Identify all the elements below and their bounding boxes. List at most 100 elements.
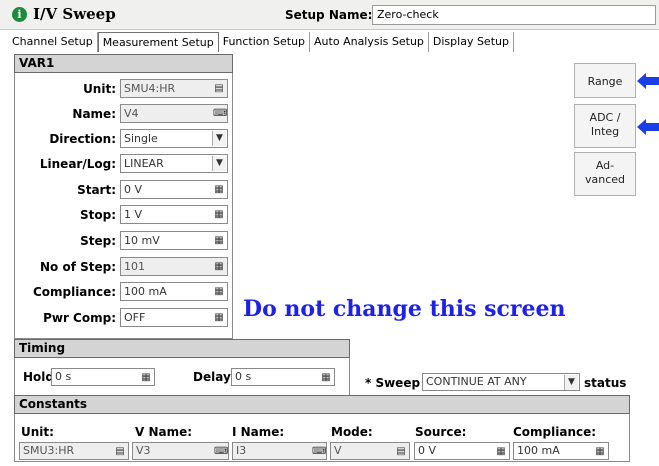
calculator-icon[interactable]: ▦ bbox=[213, 183, 225, 196]
v-name-column-header: V Name: bbox=[135, 425, 193, 439]
linear-log-label: Linear/Log: bbox=[39, 157, 116, 171]
tab-display-setup[interactable]: Display Setup bbox=[429, 32, 514, 52]
sweep-label: * Sweep bbox=[365, 376, 421, 390]
constant-mode-value: V bbox=[334, 444, 342, 457]
constant-source-field[interactable]: 0 V ▦ bbox=[414, 442, 510, 460]
calculator-icon[interactable]: ▦ bbox=[213, 285, 225, 298]
unit-value: SMU4:HR bbox=[124, 82, 176, 95]
delay-label: Delay: bbox=[193, 370, 236, 384]
linear-log-select[interactable]: LINEAR ▼ bbox=[120, 154, 228, 173]
var1-no-of-step-row: No of Step: 101 ▦ bbox=[15, 256, 234, 278]
chevron-down-icon[interactable]: ▼ bbox=[212, 131, 226, 146]
chevron-down-icon[interactable]: ▼ bbox=[564, 375, 578, 390]
linear-log-value: LINEAR bbox=[124, 157, 164, 170]
do-not-change-notice: Do not change this screen bbox=[243, 296, 566, 322]
unit-column-header: Unit: bbox=[21, 425, 54, 439]
direction-value: Single bbox=[124, 132, 158, 145]
setup-name-label: Setup Name: bbox=[285, 8, 373, 22]
timing-header: Timing bbox=[14, 339, 350, 358]
advanced-button[interactable]: Ad-vanced bbox=[574, 152, 636, 196]
name-value: V4 bbox=[124, 107, 139, 120]
advanced-label-line2: vanced bbox=[584, 173, 626, 186]
unit-label: Unit: bbox=[83, 82, 116, 96]
constant-mode-field[interactable]: V ▤ bbox=[330, 442, 410, 460]
calculator-icon[interactable]: ▦ bbox=[320, 371, 332, 384]
step-value: 10 mV bbox=[124, 234, 160, 247]
range-button[interactable]: Range bbox=[574, 63, 636, 98]
hold-field[interactable]: 0 s ▦ bbox=[51, 368, 155, 386]
unit-field[interactable]: SMU4:HR ▤ bbox=[120, 79, 228, 98]
constant-i-name-value: I3 bbox=[236, 444, 247, 457]
i-name-column-header: I Name: bbox=[232, 425, 285, 439]
stop-field[interactable]: 1 V ▦ bbox=[120, 205, 228, 224]
var1-start-row: Start: 0 V ▦ bbox=[15, 179, 234, 201]
keyboard-icon[interactable]: ⌨ bbox=[312, 445, 326, 458]
constant-v-name-value: V3 bbox=[136, 444, 151, 457]
mode-column-header: Mode: bbox=[331, 425, 373, 439]
start-field[interactable]: 0 V ▦ bbox=[120, 180, 228, 199]
picker-icon[interactable]: ▤ bbox=[213, 82, 225, 95]
calculator-icon[interactable]: ▦ bbox=[213, 234, 225, 247]
compliance-label: Compliance: bbox=[32, 285, 116, 299]
start-label: Start: bbox=[77, 183, 116, 197]
constant-i-name-field[interactable]: I3 ⌨ bbox=[232, 442, 327, 460]
calculator-icon[interactable]: ▦ bbox=[495, 445, 507, 458]
sweep-status-select[interactable]: CONTINUE AT ANY ▼ bbox=[422, 373, 580, 391]
stop-label: Stop: bbox=[79, 208, 116, 222]
step-field[interactable]: 10 mV ▦ bbox=[120, 231, 228, 250]
keyboard-icon[interactable]: ⌨ bbox=[213, 107, 227, 120]
name-field[interactable]: V4 ⌨ bbox=[120, 104, 228, 123]
setup-name-input[interactable]: Zero-check bbox=[372, 5, 656, 25]
constant-unit-field[interactable]: SMU3:HR ▤ bbox=[19, 442, 129, 460]
no-of-step-value: 101 bbox=[124, 260, 145, 273]
pwr-comp-field[interactable]: OFF ▦ bbox=[120, 308, 228, 327]
calculator-icon[interactable]: ▦ bbox=[213, 311, 225, 324]
calculator-icon[interactable]: ▦ bbox=[213, 260, 225, 273]
delay-value: 0 s bbox=[235, 370, 252, 383]
chevron-down-icon[interactable]: ▼ bbox=[212, 156, 226, 171]
info-icon: i bbox=[12, 7, 27, 22]
adc-label-line2: Integ bbox=[590, 125, 620, 138]
compliance-column-header: Compliance: bbox=[513, 425, 597, 439]
picker-icon[interactable]: ▤ bbox=[114, 445, 126, 458]
no-of-step-label: No of Step: bbox=[39, 260, 116, 274]
constant-v-name-field[interactable]: V3 ⌨ bbox=[132, 442, 229, 460]
tab-measurement-setup[interactable]: Measurement Setup bbox=[97, 32, 219, 52]
stop-value: 1 V bbox=[124, 208, 143, 221]
pwr-comp-value: OFF bbox=[124, 311, 146, 324]
var1-step-row: Step: 10 mV ▦ bbox=[15, 230, 234, 252]
tab-function-setup[interactable]: Function Setup bbox=[219, 32, 311, 52]
calculator-icon[interactable]: ▦ bbox=[140, 371, 152, 384]
tab-channel-setup[interactable]: Channel Setup bbox=[8, 32, 98, 52]
no-of-step-field[interactable]: 101 ▦ bbox=[120, 257, 228, 276]
timing-panel: Hold: 0 s ▦ Delay: 0 s ▦ bbox=[14, 358, 350, 396]
calculator-icon[interactable]: ▦ bbox=[594, 445, 606, 458]
sweep-status-value: CONTINUE AT ANY bbox=[426, 375, 527, 388]
keyboard-icon[interactable]: ⌨ bbox=[214, 445, 228, 458]
name-label: Name: bbox=[72, 107, 116, 121]
tab-auto-analysis-setup[interactable]: Auto Analysis Setup bbox=[310, 32, 429, 52]
sweep-status-label: status bbox=[584, 376, 627, 390]
var1-header: VAR1 bbox=[14, 54, 233, 73]
advanced-label-line1: Ad- bbox=[595, 159, 615, 172]
picker-icon[interactable]: ▤ bbox=[395, 445, 407, 458]
var1-compliance-row: Compliance: 100 mA ▦ bbox=[15, 281, 234, 303]
source-column-header: Source: bbox=[415, 425, 467, 439]
calculator-icon[interactable]: ▦ bbox=[213, 208, 225, 221]
left-arrow-icon bbox=[637, 119, 659, 135]
constant-source-value: 0 V bbox=[418, 444, 437, 457]
var1-unit-row: Unit: SMU4:HR ▤ bbox=[15, 78, 234, 100]
step-label: Step: bbox=[80, 234, 116, 248]
pwr-comp-label: Pwr Comp: bbox=[43, 311, 116, 325]
hold-value: 0 s bbox=[55, 370, 72, 383]
var1-panel: Unit: SMU4:HR ▤ Name: V4 ⌨ Direction: Sing… bbox=[14, 73, 233, 339]
compliance-field[interactable]: 100 mA ▦ bbox=[120, 282, 228, 301]
delay-field[interactable]: 0 s ▦ bbox=[231, 368, 335, 386]
adc-integ-button[interactable]: ADC / Integ bbox=[574, 104, 636, 148]
var1-name-row: Name: V4 ⌨ bbox=[15, 103, 234, 125]
tab-bar: Channel Setup Measurement Setup Function… bbox=[8, 32, 514, 52]
window-title: I/V Sweep bbox=[33, 5, 116, 23]
constant-compliance-field[interactable]: 100 mA ▦ bbox=[513, 442, 609, 460]
compliance-value: 100 mA bbox=[124, 285, 167, 298]
direction-select[interactable]: Single ▼ bbox=[120, 129, 228, 148]
